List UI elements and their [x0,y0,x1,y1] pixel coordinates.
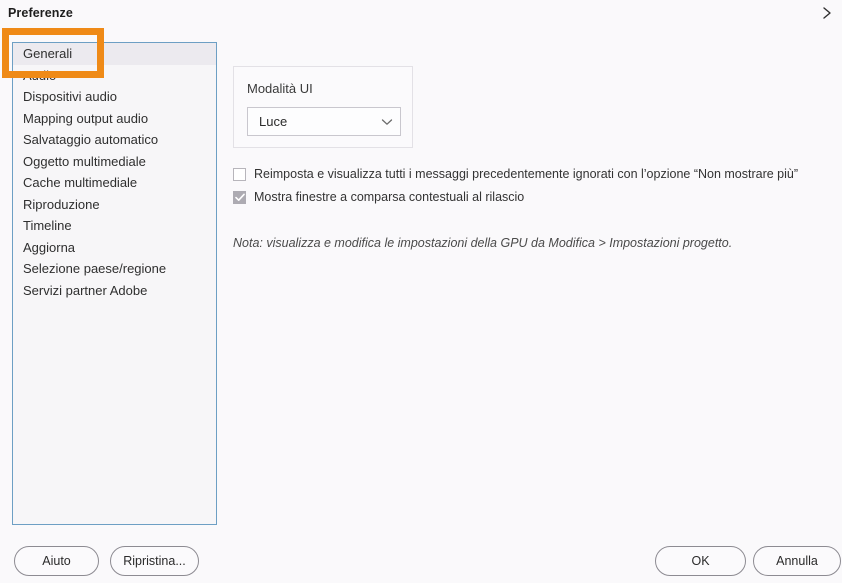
sidebar-item-generali[interactable]: Generali [13,43,216,65]
sidebar-list: Generali Audio Dispositivi audio Mapping… [13,43,216,301]
sidebar-item-timeline[interactable]: Timeline [13,215,216,237]
ui-mode-selected-value: Luce [259,114,288,129]
page-title: Preferenze [8,6,73,20]
sidebar-item-salvataggio-automatico[interactable]: Salvataggio automatico [13,129,216,151]
sidebar-item-oggetto-multimediale[interactable]: Oggetto multimediale [13,151,216,173]
ok-button[interactable]: OK [655,546,746,576]
sidebar-item-audio[interactable]: Audio [13,65,216,87]
ui-mode-select[interactable]: Luce [247,107,401,136]
sidebar-item-selezione-paese-regione[interactable]: Selezione paese/regione [13,258,216,280]
preferences-main-panel: Modalità UI Luce Reimposta e visualizza … [233,42,829,525]
checkbox-label-show-popups: Mostra finestre a comparsa contestuali a… [254,190,525,204]
cancel-button[interactable]: Annulla [753,546,841,576]
gpu-settings-note: Nota: visualizza e modifica le impostazi… [233,236,733,250]
sidebar-item-dispositivi-audio[interactable]: Dispositivi audio [13,86,216,108]
ui-mode-card: Modalità UI Luce [233,66,413,148]
sidebar-item-servizi-partner-adobe[interactable]: Servizi partner Adobe [13,280,216,302]
chevron-down-icon [374,118,400,126]
sidebar-item-aggiorna[interactable]: Aggiorna [13,237,216,259]
checkbox-row-reset-messages[interactable]: Reimposta e visualizza tutti i messaggi … [233,166,798,183]
chevron-right-icon[interactable] [818,4,836,22]
dialog-titlebar: Preferenze [0,0,842,27]
checkbox-reset-messages[interactable] [233,168,246,181]
reset-button[interactable]: Ripristina... [110,546,199,576]
checkbox-show-popups[interactable] [233,191,246,204]
sidebar-item-mapping-output-audio[interactable]: Mapping output audio [13,108,216,130]
help-button[interactable]: Aiuto [14,546,99,576]
checkbox-label-reset-messages: Reimposta e visualizza tutti i messaggi … [254,167,799,181]
preferences-category-list[interactable]: Generali Audio Dispositivi audio Mapping… [12,42,217,525]
sidebar-item-cache-multimediale[interactable]: Cache multimediale [13,172,216,194]
sidebar-item-riproduzione[interactable]: Riproduzione [13,194,216,216]
checkbox-row-show-popups[interactable]: Mostra finestre a comparsa contestuali a… [233,189,524,206]
ui-mode-label: Modalità UI [247,81,313,96]
